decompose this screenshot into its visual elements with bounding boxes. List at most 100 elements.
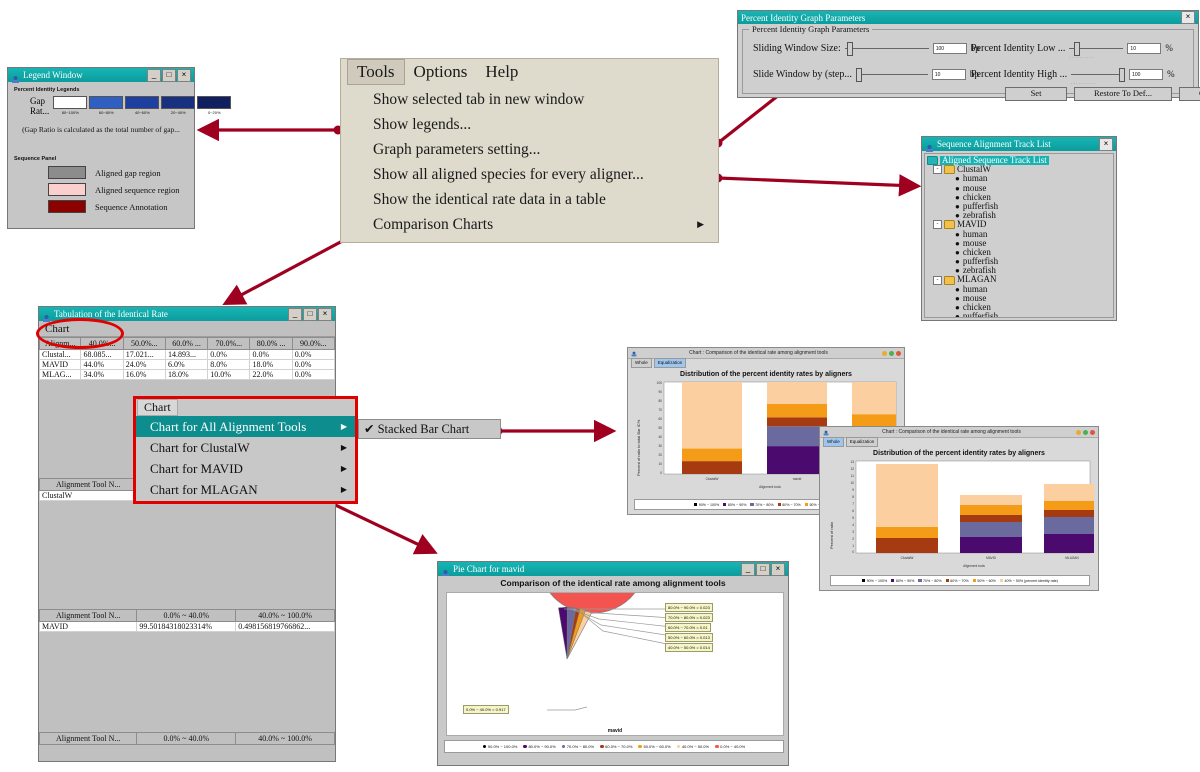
minimize-button[interactable]: _ xyxy=(741,562,755,576)
minimize-button[interactable]: _ xyxy=(147,68,161,82)
submenu-item-clustalw[interactable]: Chart for ClustalW ▶ xyxy=(136,437,355,458)
expand-toggle-icon[interactable]: - xyxy=(933,220,942,230)
tab-equalization[interactable]: Equalization xyxy=(653,358,687,368)
graph-parameters-titlebar[interactable]: Percent Identity Graph Parameters × xyxy=(738,11,1198,24)
percent-identity-high-slider[interactable]: .......... xyxy=(1071,68,1126,85)
close-button[interactable]: × xyxy=(771,562,785,576)
menu-item-show-identical-rate-table[interactable]: Show the identical rate data in a table xyxy=(373,187,718,212)
tabulation-spacer-2 xyxy=(39,501,335,609)
close-button[interactable]: × xyxy=(177,68,191,82)
maximize-button[interactable]: □ xyxy=(756,562,770,576)
slide-window-step-row: Slide Window by (step... 10 bp xyxy=(753,68,979,82)
pie-x-axis-label: mavid xyxy=(607,728,623,734)
minimize-dot-icon[interactable] xyxy=(1076,429,1081,435)
col-60[interactable]: 60.0% ... xyxy=(164,337,209,350)
svg-text:0: 0 xyxy=(660,471,662,475)
maximize-dot-icon[interactable] xyxy=(1083,429,1088,435)
set-button[interactable]: Set xyxy=(1005,87,1067,101)
tree-item[interactable]: ● mouse xyxy=(927,293,1111,303)
cell: 0.0% xyxy=(291,359,336,370)
tab-whole[interactable]: Whole xyxy=(823,437,844,447)
tree-item[interactable]: ● chicken xyxy=(927,302,1111,312)
tree-group-clustalw[interactable]: - ClustalW xyxy=(927,164,1111,175)
percent-identity-high-input[interactable]: 100 xyxy=(1129,68,1164,80)
tree-item[interactable]: ● human xyxy=(927,174,1111,184)
table-row[interactable]: MAVID 99.50184318023314% 0.4981568197668… xyxy=(38,621,335,632)
col-range-high[interactable]: 40.0% ~ 100.0% xyxy=(235,732,335,745)
legend-entry: 60.0% ~ 70.0% xyxy=(600,744,632,749)
tree-group-mavid[interactable]: - MAVID xyxy=(927,220,1111,230)
col-alignment-tool-name[interactable]: Alignment Tool N... xyxy=(38,732,138,745)
cancel-button[interactable]: C... xyxy=(1179,87,1200,101)
tree-item[interactable]: ● pufferfish xyxy=(927,311,1111,317)
close-dot-icon[interactable] xyxy=(896,350,901,356)
tree-item[interactable]: ● chicken xyxy=(927,192,1111,202)
bar-clustalw xyxy=(682,382,742,474)
tree-item[interactable]: ● chicken xyxy=(927,247,1111,257)
col-80[interactable]: 80.0% ... xyxy=(249,337,293,350)
table-row[interactable]: Clustal... 68.085... 17.021... 14.893...… xyxy=(38,349,336,360)
menu-chart[interactable]: Chart xyxy=(137,399,178,416)
slide-window-step-slider[interactable] xyxy=(855,68,928,82)
tab-whole[interactable]: Whole xyxy=(631,358,652,368)
tree-item[interactable]: ● zebrafish xyxy=(927,210,1111,220)
menu-tools[interactable]: Tools xyxy=(347,58,405,85)
tree-item[interactable]: ● pufferfish xyxy=(927,256,1111,266)
menu-item-show-all-aligned-species[interactable]: Show all aligned species for every align… xyxy=(373,162,718,187)
col-70[interactable]: 70.0%... xyxy=(207,337,251,350)
expand-toggle-icon[interactable]: - xyxy=(933,275,942,285)
slide-window-step-input[interactable]: 10 xyxy=(931,68,966,80)
expand-toggle-icon[interactable]: - xyxy=(933,165,942,175)
legend-window-title: Legend Window xyxy=(23,70,83,80)
table-row[interactable]: MAVID 44.0% 24.0% 6.0% 8.0% 18.0% 0.0% xyxy=(38,359,336,370)
tree-item[interactable]: ● mouse xyxy=(927,183,1111,193)
cell: 0.0% xyxy=(249,349,293,360)
menu-item-show-legends[interactable]: Show legends... xyxy=(373,112,718,137)
close-button[interactable]: × xyxy=(1181,11,1195,24)
submenu-item-mavid[interactable]: Chart for MAVID ▶ xyxy=(136,458,355,479)
menu-options[interactable]: Options xyxy=(405,60,477,84)
submenu-item-label: Chart for All Alignment Tools xyxy=(150,418,307,434)
tab-equalization[interactable]: Equalization xyxy=(845,437,879,447)
menu-item-show-selected-tab[interactable]: Show selected tab in new window xyxy=(373,87,718,112)
close-dot-icon[interactable] xyxy=(1090,429,1095,435)
table-row[interactable]: MLAG... 34.0% 16.0% 18.0% 10.0% 22.0% 0.… xyxy=(38,369,336,380)
tree-group-mlagan[interactable]: - MLAGAN xyxy=(927,275,1111,285)
close-button[interactable]: × xyxy=(318,307,332,321)
minimize-dot-icon[interactable] xyxy=(882,350,887,356)
tree-root-row[interactable]: Aligned Sequence Track List xyxy=(927,155,1111,166)
percent-identity-low-input[interactable]: 10 xyxy=(1127,42,1162,54)
tree-item[interactable]: ● human xyxy=(927,284,1111,294)
maximize-button[interactable]: □ xyxy=(303,307,317,321)
col-alignment-tool-name[interactable]: Alignment Tool N... xyxy=(38,478,138,491)
close-button[interactable]: × xyxy=(1099,137,1113,151)
percent-identity-low-slider[interactable]: .......... xyxy=(1069,42,1124,59)
col-90[interactable]: 90.0%... xyxy=(291,337,336,350)
graph-parameters-dialog: Percent Identity Graph Parameters × Perc… xyxy=(737,10,1200,101)
sliding-window-size-slider[interactable] xyxy=(844,42,929,56)
col-range-high[interactable]: 40.0% ~ 100.0% xyxy=(235,609,335,622)
col-range-low[interactable]: 0.0% ~ 40.0% xyxy=(136,609,237,622)
track-list-titlebar[interactable]: Sequence Alignment Track List × xyxy=(922,137,1116,152)
stacked-bar-chart-menu-item[interactable]: ✔ Stacked Bar Chart xyxy=(358,419,501,439)
col-50[interactable]: 50.0%... xyxy=(122,337,166,350)
chevron-right-icon: ▶ xyxy=(340,464,347,473)
submenu-item-all-alignment-tools[interactable]: Chart for All Alignment Tools ▶ xyxy=(136,416,355,437)
pie-chart-titlebar[interactable]: Pie Chart for mavid _ □ × xyxy=(438,562,788,577)
menu-help[interactable]: Help xyxy=(476,60,527,84)
minimize-button[interactable]: _ xyxy=(288,307,302,321)
tree-item[interactable]: ● pufferfish xyxy=(927,201,1111,211)
col-alignment-tool-name[interactable]: Alignment Tool N... xyxy=(38,609,138,622)
tree-item[interactable]: ● mouse xyxy=(927,238,1111,248)
sliding-window-size-input[interactable]: 100 xyxy=(932,42,967,54)
submenu-item-mlagan[interactable]: Chart for MLAGAN ▶ xyxy=(136,479,355,500)
maximize-dot-icon[interactable] xyxy=(889,350,894,356)
legend-window-titlebar[interactable]: Legend Window _ □ × xyxy=(8,68,194,83)
tree-item[interactable]: ● human xyxy=(927,229,1111,239)
col-range-low[interactable]: 0.0% ~ 40.0% xyxy=(136,732,237,745)
menu-item-comparison-charts[interactable]: Comparison Charts ▶ xyxy=(373,212,718,237)
restore-defaults-button[interactable]: Restore To Def... xyxy=(1074,87,1172,101)
maximize-button[interactable]: □ xyxy=(162,68,176,82)
menu-item-graph-parameters[interactable]: Graph parameters setting... xyxy=(373,137,718,162)
tree-item[interactable]: ● zebrafish xyxy=(927,266,1111,276)
